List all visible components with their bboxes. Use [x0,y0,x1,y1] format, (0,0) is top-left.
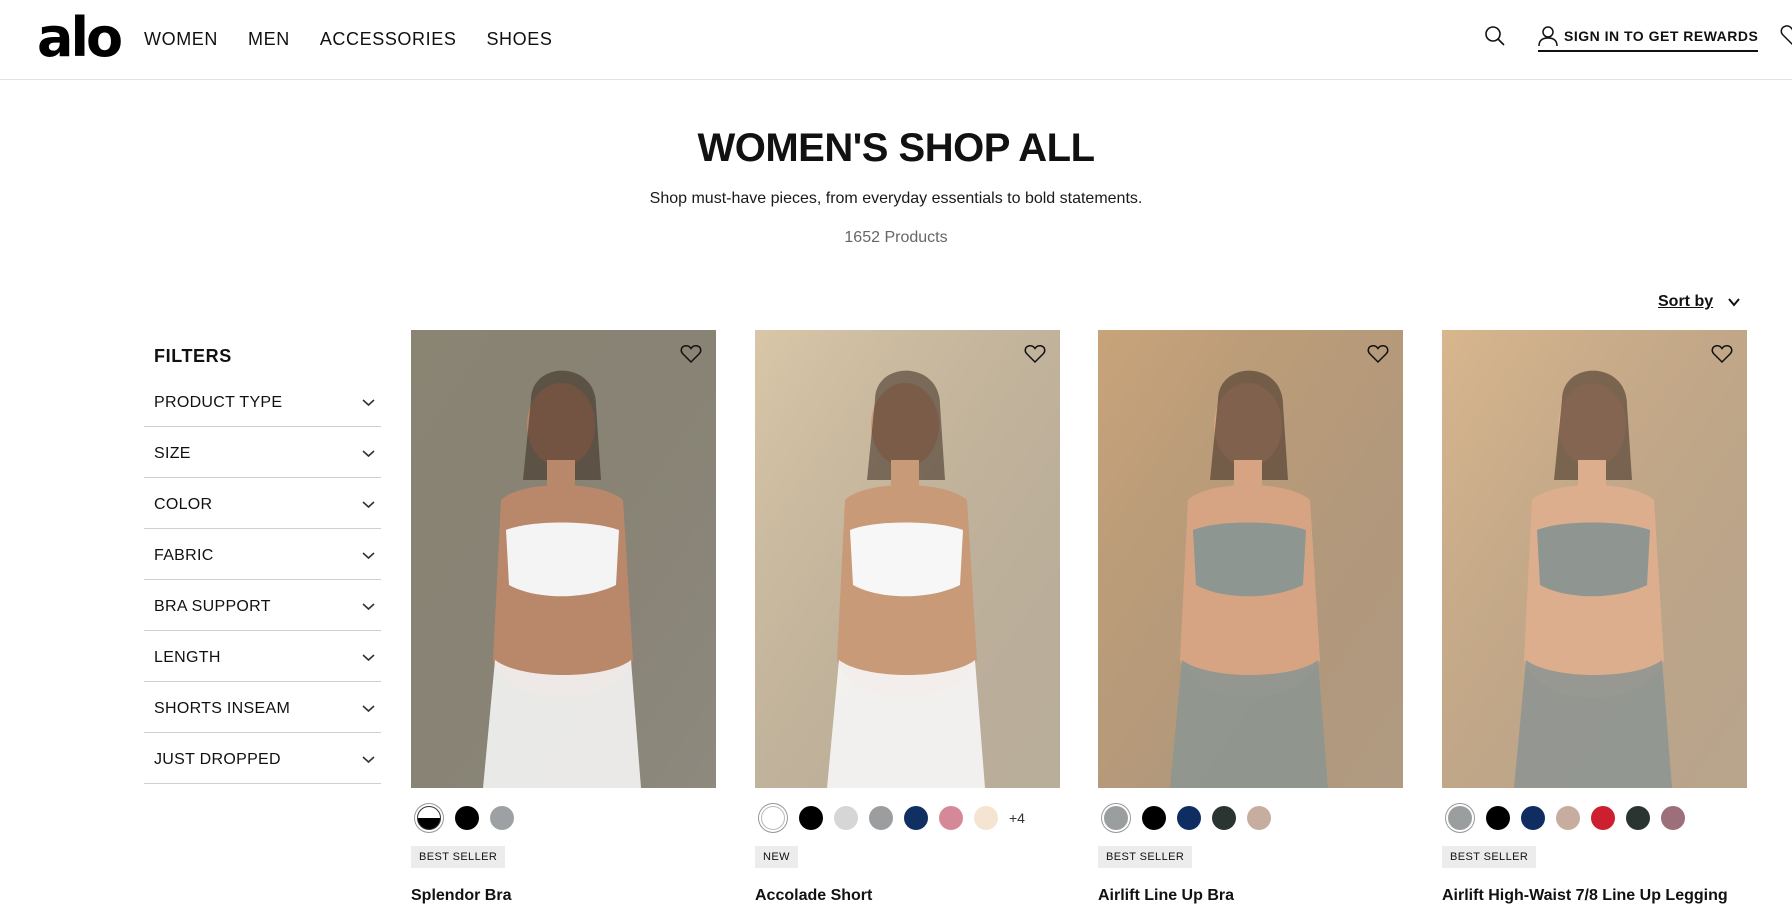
color-swatch[interactable] [1104,806,1128,830]
color-swatch[interactable] [1247,806,1271,830]
product-image[interactable] [1098,330,1403,788]
chevron-down-icon [362,399,375,407]
product-badge: BEST SELLER [1098,846,1193,868]
filter-label: PRODUCT TYPE [154,394,283,411]
filter-label: LENGTH [154,649,221,666]
filter-bra-support[interactable]: BRA SUPPORT [144,580,381,631]
color-swatch[interactable] [1486,806,1510,830]
sort-by-label: Sort by [1658,293,1714,310]
color-swatch[interactable] [1521,806,1545,830]
color-swatch[interactable] [1591,806,1615,830]
chevron-down-icon [362,552,375,560]
filter-product-type[interactable]: PRODUCT TYPE [144,376,381,427]
search-icon[interactable] [1484,25,1506,47]
filter-label: COLOR [154,496,213,513]
color-swatch[interactable] [834,806,858,830]
filter-label: SIZE [154,445,191,462]
heart-icon[interactable] [1711,344,1733,364]
product-badge: BEST SELLER [411,846,506,868]
heart-icon[interactable] [680,344,702,364]
chevron-down-icon [362,501,375,509]
product-image[interactable] [1442,330,1747,788]
product-image[interactable] [755,330,1060,788]
color-swatch[interactable] [1556,806,1580,830]
color-swatch[interactable] [1142,806,1166,830]
user-icon [1538,26,1558,47]
product-image[interactable] [411,330,716,788]
chevron-down-icon [362,756,375,764]
filter-list: PRODUCT TYPE SIZE COLOR FABRIC BRA SUPPO… [144,376,381,784]
color-swatch[interactable] [1661,806,1685,830]
product-card[interactable]: +4 NEW Accolade Short [755,330,1060,906]
site-header: alo WOMEN MEN ACCESSORIES SHOES SIGN IN … [0,0,1792,80]
color-swatch[interactable] [939,806,963,830]
logo[interactable]: alo [37,8,123,68]
filter-label: JUST DROPPED [154,751,281,768]
wishlist-icon[interactable] [1780,24,1792,46]
product-count: 1652 Products [844,229,948,246]
product-name[interactable]: Accolade Short [755,886,1060,906]
product-name[interactable]: Airlift Line Up Bra [1098,886,1403,906]
product-card[interactable]: BEST SELLER Splendor Bra [411,330,716,906]
color-swatch[interactable] [417,806,441,830]
color-swatches [1445,803,1747,833]
chevron-down-icon [362,654,375,662]
color-swatch[interactable] [799,806,823,830]
filter-label: FABRIC [154,547,214,564]
chevron-down-icon [362,603,375,611]
color-swatch[interactable] [1177,806,1201,830]
color-swatch[interactable] [1212,806,1236,830]
filter-label: BRA SUPPORT [154,598,271,615]
nav-women[interactable]: WOMEN [144,28,218,50]
heart-icon[interactable] [1367,344,1389,364]
nav-men[interactable]: MEN [248,28,290,50]
page-title: WOMEN'S SHOP ALL [697,126,1095,170]
color-swatches [414,803,716,833]
chevron-down-icon [1728,298,1740,307]
color-swatches [1101,803,1403,833]
sort-by-dropdown[interactable]: Sort by [1658,291,1741,313]
filter-size[interactable]: SIZE [144,427,381,478]
filter-length[interactable]: LENGTH [144,631,381,682]
product-badge: BEST SELLER [1442,846,1537,868]
nav-shoes[interactable]: SHOES [486,28,552,50]
filter-fabric[interactable]: FABRIC [144,529,381,580]
model-photo [755,330,1060,788]
product-name[interactable]: Airlift High-Waist 7/8 Line Up Legging [1442,886,1747,906]
color-swatch[interactable] [869,806,893,830]
color-swatch[interactable] [1626,806,1650,830]
color-swatch[interactable] [455,806,479,830]
filter-color[interactable]: COLOR [144,478,381,529]
color-swatch[interactable] [490,806,514,830]
filter-shorts-inseam[interactable]: SHORTS INSEAM [144,682,381,733]
heart-icon[interactable] [1024,344,1046,364]
chevron-down-icon [362,705,375,713]
main-nav: WOMEN MEN ACCESSORIES SHOES [144,28,582,50]
product-card[interactable]: BEST SELLER Airlift Line Up Bra [1098,330,1403,906]
filter-just-dropped[interactable]: JUST DROPPED [144,733,381,784]
product-badge: NEW [755,846,798,868]
page-subtitle: Shop must-have pieces, from everyday ess… [649,190,1143,207]
color-swatch[interactable] [761,806,785,830]
sign-in-label: SIGN IN TO GET REWARDS [1564,28,1759,44]
model-photo [1442,330,1747,788]
sign-in-link[interactable]: SIGN IN TO GET REWARDS [1538,25,1759,52]
color-swatch[interactable] [904,806,928,830]
nav-accessories[interactable]: ACCESSORIES [320,28,457,50]
color-swatch[interactable] [1448,806,1472,830]
more-colors-count[interactable]: +4 [1009,806,1025,830]
filter-label: SHORTS INSEAM [154,700,291,717]
product-name[interactable]: Splendor Bra [411,886,716,906]
product-card[interactable]: BEST SELLER Airlift High-Waist 7/8 Line … [1442,330,1747,906]
model-photo [411,330,716,788]
color-swatches: +4 [758,803,1060,833]
chevron-down-icon [362,450,375,458]
model-photo [1098,330,1403,788]
filters-heading: FILTERS [154,346,232,366]
color-swatch[interactable] [974,806,998,830]
